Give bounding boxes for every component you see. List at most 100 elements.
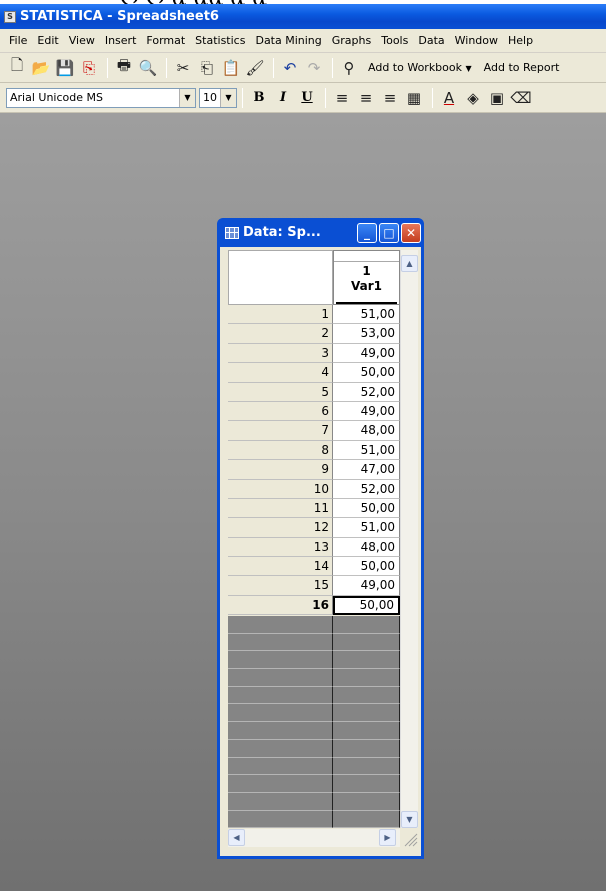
data-cell[interactable]: 50,00 — [333, 557, 400, 577]
minimize-button[interactable]: _ — [357, 222, 377, 243]
menu-data[interactable]: Data — [413, 34, 449, 47]
open-folder-icon[interactable]: 📂 — [30, 57, 52, 79]
find-binoculars-icon[interactable]: ⚲ — [338, 57, 360, 79]
data-cell[interactable]: 52,00 — [333, 479, 400, 499]
pdf-icon[interactable]: ⎘ — [78, 57, 100, 79]
scroll-down-icon[interactable]: ▼ — [401, 811, 418, 828]
fill-color-icon[interactable]: ◈ — [462, 87, 484, 109]
data-cell[interactable]: 50,00 — [333, 498, 400, 519]
data-cell[interactable]: 50,00 — [333, 595, 400, 616]
underline-button[interactable]: U — [296, 90, 318, 105]
empty-row-header — [228, 775, 333, 793]
row-header[interactable]: 6 — [228, 401, 333, 422]
font-color-icon[interactable]: A — [438, 87, 460, 109]
data-cell[interactable]: 48,00 — [333, 421, 400, 441]
undo-icon[interactable]: ↶ — [279, 57, 301, 79]
menu-graphs[interactable]: Graphs — [327, 34, 376, 47]
row-header[interactable]: 10 — [228, 479, 333, 499]
scroll-left-icon[interactable]: ◀ — [228, 829, 245, 846]
chevron-down-icon: ▼ — [465, 64, 472, 73]
cut-icon[interactable]: ✂ — [172, 57, 194, 79]
empty-row-header — [228, 669, 333, 687]
chevron-down-icon[interactable]: ▼ — [179, 88, 195, 107]
table-row: 11 50,00 — [228, 498, 400, 519]
menu-window[interactable]: Window — [450, 34, 503, 47]
vertical-scrollbar[interactable]: ▲ ▼ — [400, 250, 418, 828]
empty-cell — [333, 686, 400, 705]
row-header[interactable]: 13 — [228, 537, 333, 558]
menu-format[interactable]: Format — [141, 34, 190, 47]
add-to-workbook-button[interactable]: Add to Workbook ▼ — [368, 61, 472, 74]
row-header[interactable]: 9 — [228, 460, 333, 480]
data-cell[interactable]: 50,00 — [333, 363, 400, 383]
data-cell[interactable]: 53,00 — [333, 324, 400, 344]
row-header[interactable]: 15 — [228, 576, 333, 596]
data-cell[interactable]: 52,00 — [333, 382, 400, 402]
toolbar-separator — [273, 57, 274, 78]
scroll-right-icon[interactable]: ▶ — [379, 829, 396, 846]
row-header[interactable]: 2 — [228, 324, 333, 344]
row-header[interactable]: 14 — [228, 557, 333, 577]
align-left-icon[interactable]: ≡ — [331, 87, 353, 109]
new-file-icon[interactable]: 🗋 — [6, 56, 28, 79]
data-cell[interactable]: 49,00 — [333, 576, 400, 596]
format-painter-icon[interactable]: 🖌 — [244, 57, 266, 79]
align-center-icon[interactable]: ≡ — [355, 87, 377, 109]
clear-format-icon[interactable]: ⌫ — [510, 87, 532, 109]
save-icon[interactable]: 💾 — [54, 57, 76, 79]
horizontal-scrollbar[interactable]: ◀ ▶ — [228, 829, 400, 847]
row-header[interactable]: 16 — [228, 595, 333, 616]
menu-edit[interactable]: Edit — [32, 34, 63, 47]
data-cell[interactable]: 51,00 — [333, 440, 400, 461]
add-to-report-button[interactable]: Add to Report — [484, 61, 560, 74]
close-button[interactable]: ✕ — [401, 222, 421, 243]
row-header[interactable]: 4 — [228, 363, 333, 383]
print-icon[interactable]: 🖶 — [113, 56, 135, 79]
font-name-select[interactable]: Arial Unicode MS ▼ — [6, 87, 196, 108]
chevron-down-icon[interactable]: ▼ — [220, 88, 236, 107]
menu-data-mining[interactable]: Data Mining — [250, 34, 326, 47]
empty-row — [228, 739, 400, 758]
data-cell[interactable]: 49,00 — [333, 343, 400, 364]
align-right-icon[interactable]: ≡ — [379, 87, 401, 109]
table-row: 13 48,00 — [228, 537, 400, 558]
data-cell[interactable]: 48,00 — [333, 537, 400, 558]
grid-corner-cell[interactable] — [228, 250, 333, 305]
copy-icon[interactable]: ⎗ — [196, 57, 218, 79]
menu-statistics[interactable]: Statistics — [190, 34, 250, 47]
data-cell[interactable]: 51,00 — [333, 305, 400, 325]
column-header-var1[interactable]: 1 Var1 — [333, 250, 400, 305]
spreadsheet-titlebar[interactable]: Data: Sp... _ □ ✕ — [220, 218, 421, 247]
row-header[interactable]: 3 — [228, 343, 333, 364]
borders-icon[interactable]: ▣ — [486, 87, 508, 109]
empty-row — [228, 704, 400, 723]
bold-button[interactable]: B — [248, 90, 270, 105]
menu-help[interactable]: Help — [503, 34, 538, 47]
italic-button[interactable]: I — [272, 90, 294, 105]
empty-row — [228, 616, 400, 634]
row-header[interactable]: 11 — [228, 498, 333, 519]
resize-grip-icon[interactable] — [401, 830, 418, 847]
statistica-app-icon[interactable]: S — [4, 10, 16, 23]
font-size-select[interactable]: 10 ▼ — [199, 87, 237, 108]
row-header[interactable]: 5 — [228, 382, 333, 402]
row-header[interactable]: 7 — [228, 421, 333, 441]
data-cell[interactable]: 47,00 — [333, 460, 400, 480]
redo-icon[interactable]: ↷ — [303, 57, 325, 79]
menu-tools[interactable]: Tools — [376, 34, 413, 47]
empty-cell — [333, 669, 400, 687]
scroll-up-icon[interactable]: ▲ — [401, 255, 418, 272]
empty-cell — [333, 739, 400, 758]
maximize-button[interactable]: □ — [379, 222, 399, 243]
menu-file[interactable]: File — [4, 34, 32, 47]
properties-icon[interactable]: ▦ — [403, 87, 425, 109]
menu-view[interactable]: View — [64, 34, 100, 47]
row-header[interactable]: 1 — [228, 305, 333, 325]
menu-insert[interactable]: Insert — [100, 34, 142, 47]
row-header[interactable]: 8 — [228, 440, 333, 461]
row-header[interactable]: 12 — [228, 518, 333, 538]
paste-icon[interactable]: 📋 — [220, 57, 242, 79]
data-cell[interactable]: 49,00 — [333, 401, 400, 422]
print-preview-icon[interactable]: 🔍 — [137, 57, 159, 79]
data-cell[interactable]: 51,00 — [333, 518, 400, 538]
